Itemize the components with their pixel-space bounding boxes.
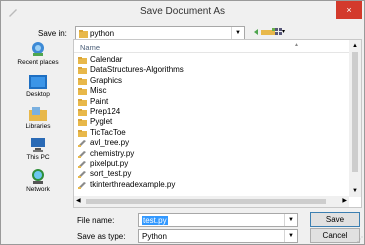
folder-icon	[78, 67, 87, 75]
sort-arrow-icon: ▲	[294, 42, 299, 48]
recent-places-icon	[32, 42, 44, 56]
list-item-label: chemistry.py	[90, 148, 135, 158]
view-menu-icon[interactable]	[275, 28, 282, 35]
list-item[interactable]: DataStructures-Algorithms	[78, 65, 338, 75]
list-item-label: Paint	[90, 96, 109, 106]
folder-icon	[79, 30, 88, 38]
list-item-label: sort_test.py	[90, 169, 132, 179]
scroll-thumb-horizontal[interactable]	[86, 199, 326, 204]
up-folder-icon[interactable]	[261, 28, 268, 35]
file-name-value: test.py	[142, 216, 168, 225]
desktop-icon	[29, 75, 47, 89]
list-item-label: TicTacToe	[90, 127, 126, 137]
list-item-label: avl_tree.py	[90, 138, 130, 148]
scroll-down-icon[interactable]: ▼	[349, 185, 361, 197]
list-item-label: Calendar	[90, 55, 123, 64]
file-name-input[interactable]: test.py ▼	[138, 213, 298, 227]
list-item[interactable]: pixelput.py	[78, 159, 338, 169]
place-desktop[interactable]: Desktop	[5, 75, 71, 98]
folder-icon	[78, 109, 87, 116]
back-icon[interactable]	[254, 29, 261, 35]
folder-icon	[78, 77, 87, 85]
column-header-name[interactable]: Name ▲	[74, 40, 349, 53]
list-item[interactable]: avl_tree.py	[78, 138, 338, 148]
scroll-left-icon[interactable]: ◀	[76, 196, 81, 207]
places-bar: Recent places Desktop Libraries This PC …	[5, 41, 71, 201]
list-item-label: DataStructures-Algorithms	[90, 65, 184, 75]
network-icon	[32, 169, 44, 184]
file-list[interactable]: Name ▲ Calendar DataStructures-Algorithms…	[73, 39, 362, 208]
list-item[interactable]: sort_test.py	[78, 169, 338, 179]
list-item-label: tkinterthreadexample.py	[90, 179, 176, 189]
horizontal-scrollbar[interactable]: ◀ ▶	[74, 196, 349, 207]
place-label: Recent places	[17, 59, 59, 66]
list-item-label: Graphics	[90, 75, 123, 85]
python-file-icon	[78, 181, 86, 189]
scroll-right-icon[interactable]: ▶	[342, 196, 347, 207]
list-item[interactable]: chemistry.py	[78, 149, 338, 159]
list-item[interactable]: Graphics	[78, 76, 338, 86]
folder-icon	[78, 129, 87, 137]
vertical-scrollbar[interactable]: ▲ ▼	[349, 40, 361, 197]
save-as-type-value: Python	[142, 232, 167, 241]
save-button[interactable]: Save	[310, 212, 360, 227]
column-name-label: Name	[80, 43, 101, 52]
computer-icon	[31, 138, 45, 152]
new-folder-icon[interactable]	[268, 28, 275, 35]
list-item[interactable]: Paint	[78, 97, 338, 107]
folder-icon	[78, 119, 87, 127]
save-dialog: Save Document As × Save in: python ▼ ▾ R…	[0, 0, 365, 245]
folder-icon	[78, 88, 87, 96]
list-item-label: Prep124	[90, 107, 121, 116]
view-menu-arrow[interactable]: ▾	[282, 28, 285, 35]
save-in-dropdown[interactable]: python ▼	[75, 26, 245, 40]
list-item[interactable]: Misc	[78, 86, 338, 96]
cancel-button[interactable]: Cancel	[310, 228, 360, 243]
close-button[interactable]: ×	[336, 1, 362, 19]
window-title: Save Document As	[139, 6, 226, 17]
chevron-down-icon: ▼	[284, 230, 297, 242]
python-file-icon	[78, 140, 86, 148]
place-recent[interactable]: Recent places	[5, 41, 71, 66]
scroll-up-icon[interactable]: ▲	[349, 40, 361, 52]
list-item[interactable]: tkinterthreadexample.py	[78, 180, 338, 190]
place-label: Network	[26, 186, 50, 193]
python-file-icon	[78, 171, 86, 179]
libraries-icon	[29, 107, 47, 121]
chevron-down-icon[interactable]: ▼	[284, 214, 297, 226]
list-item[interactable]: Prep124	[78, 107, 338, 117]
file-name-label: File name:	[77, 216, 115, 225]
save-in-label: Save in:	[38, 29, 67, 38]
list-item[interactable]: Calendar	[78, 55, 338, 65]
folder-icon	[78, 98, 87, 106]
chevron-down-icon: ▼	[231, 27, 244, 39]
list-item[interactable]: Pyglet	[78, 117, 338, 127]
list-item-label: Pyglet	[90, 117, 113, 127]
save-as-type-label: Save as type:	[77, 232, 126, 241]
folder-icon	[78, 57, 87, 64]
title-bar: Save Document As ×	[1, 1, 364, 23]
toolbar: ▾	[254, 27, 285, 39]
list-item-label: Misc	[90, 86, 107, 96]
resize-grip-icon[interactable]: ⋰	[357, 236, 363, 243]
save-in-value: python	[90, 29, 115, 38]
place-this-pc[interactable]: This PC	[5, 138, 71, 161]
place-network[interactable]: Network	[5, 168, 71, 193]
place-label: Libraries	[25, 123, 51, 130]
place-label: This PC	[26, 154, 50, 161]
list-item[interactable]: TicTacToe	[78, 128, 338, 138]
scroll-thumb[interactable]	[352, 52, 358, 172]
python-file-icon	[78, 150, 86, 158]
list-item-label: pixelput.py	[90, 159, 129, 168]
save-as-type-dropdown[interactable]: Python ▼	[138, 229, 298, 243]
place-libraries[interactable]: Libraries	[5, 107, 71, 130]
python-file-icon	[78, 161, 86, 168]
place-label: Desktop	[26, 91, 50, 98]
